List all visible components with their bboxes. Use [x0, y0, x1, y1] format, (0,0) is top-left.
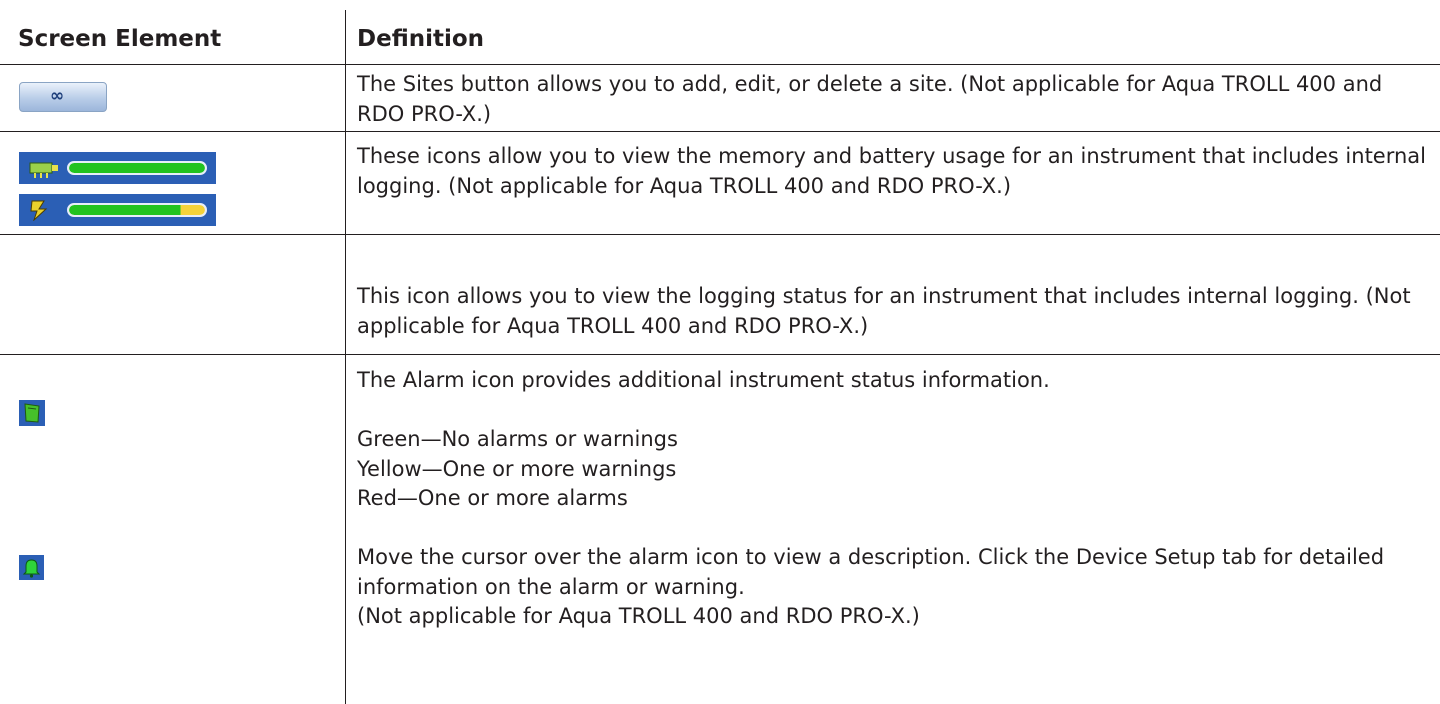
- memory-bar-fill: [69, 163, 205, 173]
- definition-line: (Not applicable for Aqua TROLL 400 and R…: [357, 604, 920, 628]
- sites-button-icon: ∞: [19, 82, 107, 112]
- row-definition: The Sites button allows you to add, edit…: [357, 70, 1427, 129]
- logging-status-glyph: [24, 403, 40, 423]
- row-rule: [0, 131, 1440, 132]
- header-definition: Definition: [357, 26, 485, 52]
- row-rule: [0, 354, 1440, 355]
- definition-text: These icons allow you to view the memory…: [357, 144, 1427, 198]
- memory-bar: [67, 161, 207, 175]
- column-divider: [345, 10, 346, 704]
- row-definition: The Alarm icon provides additional instr…: [357, 366, 1427, 632]
- logging-status-icon: [19, 400, 45, 426]
- table-header: Screen Element Definition: [0, 22, 1440, 64]
- row-rule: [0, 234, 1440, 235]
- header-rule: [0, 64, 1440, 65]
- definition-line: Yellow—One or more warnings: [357, 456, 677, 481]
- row-definition: This icon allows you to view the logging…: [357, 282, 1427, 341]
- definition-text: This icon allows you to view the logging…: [357, 284, 1411, 338]
- definition-table: Screen Element Definition ∞ The Sites bu…: [0, 0, 1440, 704]
- alarm-bell-glyph: [22, 559, 41, 578]
- battery-bar: [67, 203, 207, 217]
- memory-usage-icon: [19, 152, 216, 184]
- row-definition: These icons allow you to view the memory…: [357, 142, 1427, 201]
- battery-usage-icon: [19, 194, 216, 226]
- definition-line: Red—One or more alarms: [357, 486, 628, 510]
- battery-bar-fill: [69, 205, 205, 215]
- sites-glyph: ∞: [50, 86, 65, 106]
- definition-line: The Alarm icon provides additional instr…: [357, 368, 1050, 392]
- header-screen-element: Screen Element: [18, 26, 222, 52]
- battery-bolt-icon: [30, 200, 48, 221]
- definition-text: The Sites button allows you to add, edit…: [357, 72, 1383, 126]
- definition-line: Move the cursor over the alarm icon to v…: [357, 545, 1385, 599]
- memory-chip-icon: [29, 162, 58, 178]
- alarm-bell-icon: [19, 555, 44, 580]
- definition-line: Green—No alarms or warnings: [357, 427, 678, 451]
